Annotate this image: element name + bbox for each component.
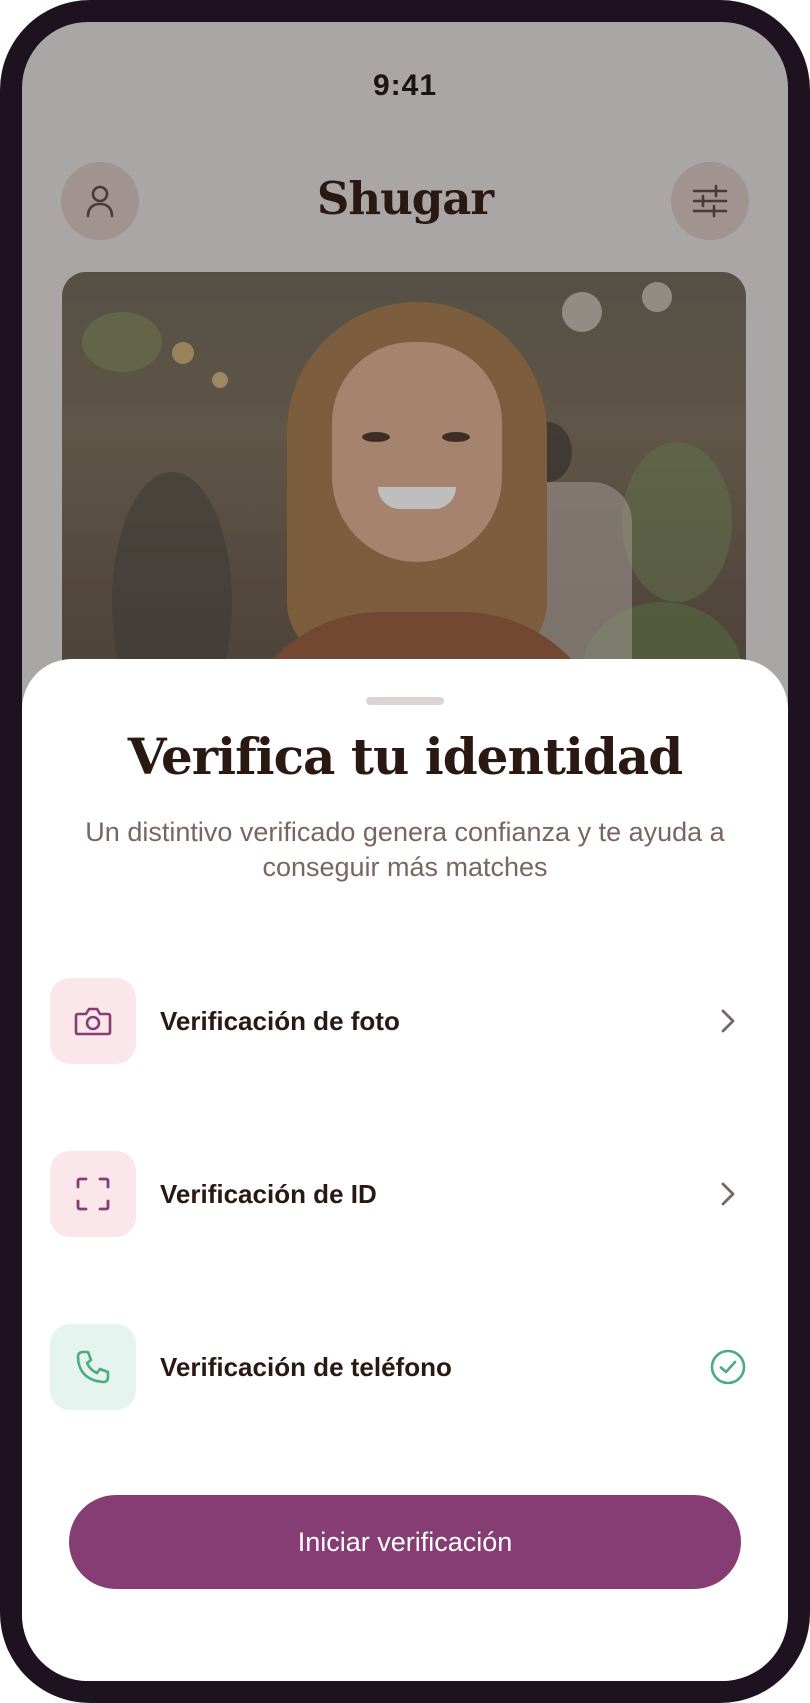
option-label: Verificación de teléfono — [160, 1351, 452, 1382]
filters-button[interactable] — [671, 162, 749, 240]
phone-icon — [76, 1350, 110, 1384]
option-label: Verificación de foto — [160, 1005, 400, 1036]
phone-icon-tile — [50, 1324, 136, 1410]
check-circle-icon — [708, 1347, 748, 1387]
chevron-right-icon — [708, 1001, 748, 1041]
phone-frame: 9:41 Shugar Verifica tu identidad Un dis… — [0, 0, 810, 1703]
status-time: 9:41 — [372, 69, 438, 102]
option-phone-verification[interactable]: Verificación de teléfono — [50, 1323, 770, 1411]
scan-frame-icon — [76, 1177, 110, 1211]
option-id-verification[interactable]: Verificación de ID — [50, 1150, 770, 1238]
photo-icon-tile — [50, 978, 136, 1064]
id-icon-tile — [50, 1151, 136, 1237]
sheet-title: Verifica tu identidad — [127, 727, 684, 786]
start-verification-button[interactable]: Iniciar verificación — [69, 1495, 741, 1589]
sheet-drag-handle[interactable] — [366, 697, 444, 705]
option-label: Verificación de ID — [160, 1178, 377, 1209]
option-photo-verification[interactable]: Verificación de foto — [50, 977, 770, 1065]
verification-sheet: Verifica tu identidad Un distintivo veri… — [22, 659, 788, 1681]
chevron-right-icon — [708, 1174, 748, 1214]
sliders-icon — [692, 184, 728, 218]
screen: 9:41 Shugar Verifica tu identidad Un dis… — [22, 22, 788, 1681]
sheet-subtitle: Un distintivo verificado genera confianz… — [85, 817, 725, 882]
camera-icon — [74, 1007, 112, 1036]
